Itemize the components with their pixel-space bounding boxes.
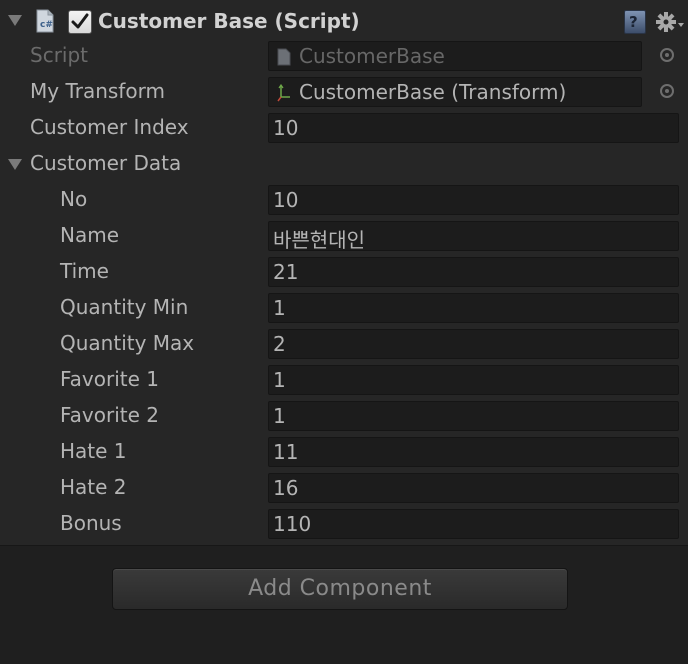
field-value: 바쁜현대인 (273, 228, 365, 252)
field-input[interactable]: 21 (268, 257, 679, 287)
customer-data-row-favorite-2: Favorite 2 1 (0, 399, 688, 433)
foldout-arrow-icon[interactable] (8, 159, 22, 170)
field-input[interactable]: 110 (268, 509, 679, 539)
field-label: Quantity Max (60, 331, 195, 355)
customer-data-row-no: No 10 (0, 183, 688, 217)
field-input[interactable]: 1 (268, 401, 679, 431)
field-input[interactable]: 1 (268, 293, 679, 323)
customer-data-row-favorite-1: Favorite 1 1 (0, 363, 688, 397)
field-label: Favorite 1 (60, 367, 160, 391)
gear-icon[interactable] (656, 10, 686, 34)
add-component-label: Add Component (248, 576, 432, 601)
my-transform-row: My Transform CustomerBase (Transform) (0, 75, 688, 109)
my-transform-value: CustomerBase (Transform) (299, 80, 567, 104)
field-input[interactable]: 1 (268, 365, 679, 395)
add-component-button[interactable]: Add Component (112, 568, 568, 610)
customer-data-row-time: Time 21 (0, 255, 688, 289)
customer-index-label: Customer Index (30, 115, 189, 139)
enabled-checkbox[interactable] (68, 10, 92, 34)
script-row: Script CustomerBase (0, 39, 688, 73)
field-label: Favorite 2 (60, 403, 160, 427)
svg-text:c#: c# (40, 20, 53, 30)
customer-index-input[interactable]: 10 (268, 113, 679, 143)
customer-base-component: c# Customer Base (Script) ? Script Custo… (0, 0, 688, 546)
script-icon (277, 48, 291, 66)
field-input[interactable]: 2 (268, 329, 679, 359)
foldout-arrow-icon[interactable] (8, 15, 22, 26)
field-value: 21 (273, 260, 299, 284)
customer-data-row-hate-2: Hate 2 16 (0, 471, 688, 505)
field-label: Quantity Min (60, 295, 189, 319)
my-transform-field[interactable]: CustomerBase (Transform) (268, 77, 642, 107)
field-value: 1 (273, 296, 286, 320)
field-value: 11 (273, 440, 299, 464)
field-value: 10 (273, 188, 299, 212)
field-label: Hate 2 (60, 475, 127, 499)
field-input[interactable]: 11 (268, 437, 679, 467)
customer-index-row: Customer Index 10 (0, 111, 688, 145)
customer-data-row-quantity-min: Quantity Min 1 (0, 291, 688, 325)
script-icon: c# (36, 9, 54, 33)
customer-data-row-name: Name 바쁜현대인 (0, 219, 688, 253)
customer-data-row-hate-1: Hate 1 11 (0, 435, 688, 469)
component-header[interactable]: c# Customer Base (Script) ? (0, 0, 688, 40)
field-label: Hate 1 (60, 439, 127, 463)
field-value: 1 (273, 368, 286, 392)
customer-data-row-quantity-max: Quantity Max 2 (0, 327, 688, 361)
script-field: CustomerBase (268, 41, 642, 71)
my-transform-label: My Transform (30, 79, 165, 103)
field-label: Time (60, 259, 109, 283)
transform-icon (277, 84, 290, 102)
component-title: Customer Base (Script) (98, 9, 360, 33)
field-label: Bonus (60, 511, 122, 535)
object-picker-icon[interactable] (660, 84, 674, 98)
field-value: 2 (273, 332, 286, 356)
field-input[interactable]: 16 (268, 473, 679, 503)
field-label: No (60, 187, 88, 211)
field-value: 16 (273, 476, 299, 500)
field-value: 1 (273, 404, 286, 428)
field-label: Name (60, 223, 120, 247)
field-value: 110 (273, 512, 312, 536)
help-icon[interactable]: ? (624, 10, 646, 34)
script-label: Script (30, 43, 89, 67)
customer-data-label: Customer Data (30, 151, 182, 175)
object-picker-icon (660, 48, 674, 62)
field-input[interactable]: 바쁜현대인 (268, 221, 679, 252)
customer-data-foldout[interactable]: Customer Data (0, 147, 688, 181)
checkmark-icon (71, 13, 89, 29)
script-value: CustomerBase (299, 44, 445, 68)
customer-data-row-bonus: Bonus 110 (0, 507, 688, 541)
field-input[interactable]: 10 (268, 185, 679, 215)
customer-index-value: 10 (273, 116, 299, 140)
